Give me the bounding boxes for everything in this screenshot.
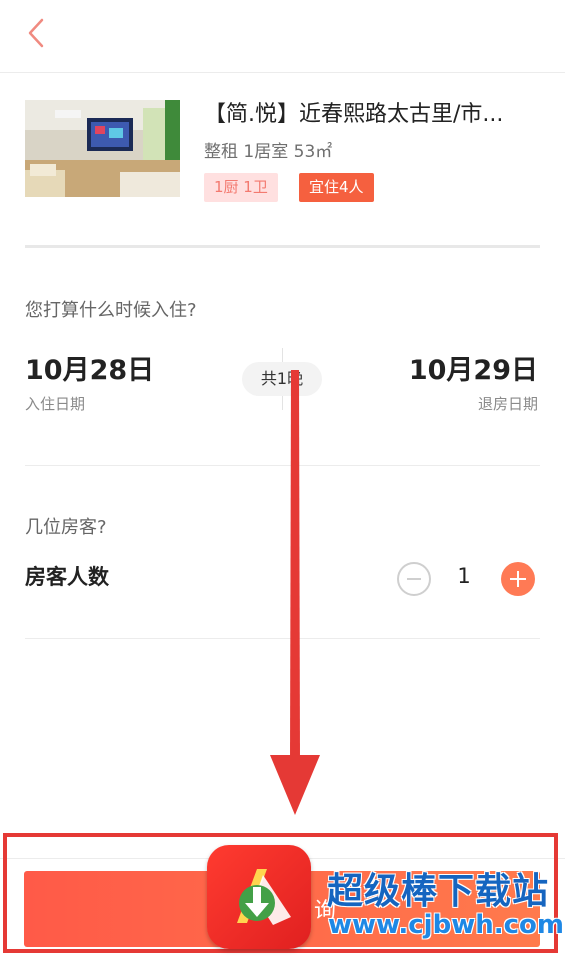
annotation-arrow-icon [260, 370, 330, 820]
watermark-site-name: 超级棒下载站 [327, 871, 550, 912]
listing-subtitle: 整租 1居室 53㎡ [204, 142, 333, 162]
listing-thumbnail[interactable] [25, 100, 180, 197]
guests-question: 几位房客? [25, 517, 107, 538]
guest-count-value: 1 [457, 564, 471, 588]
guest-count-label: 房客人数 [25, 565, 109, 589]
listing-title: 【简.悦】近春熙路太古里/市... [204, 102, 504, 127]
checkin-question: 您打算什么时候入住? [25, 300, 197, 321]
decrement-guests-button[interactable] [397, 562, 431, 596]
checkout-date-label: 退房日期 [477, 395, 538, 413]
capacity-tag: 宜住4人 [299, 173, 374, 202]
section-divider [25, 245, 540, 248]
watermark-logo-icon [207, 845, 311, 949]
amenity-tag: 1厨 1卫 [204, 173, 278, 202]
watermark-site-url: www.cjbwh.com [328, 910, 564, 940]
checkout-date[interactable]: 10月29日 [409, 348, 538, 387]
increment-guests-button[interactable] [501, 562, 535, 596]
checkin-date[interactable]: 10月28日 [25, 348, 154, 387]
checkin-date-label: 入住日期 [25, 395, 86, 413]
top-bar [0, 0, 565, 73]
back-arrow-icon[interactable] [22, 16, 52, 50]
